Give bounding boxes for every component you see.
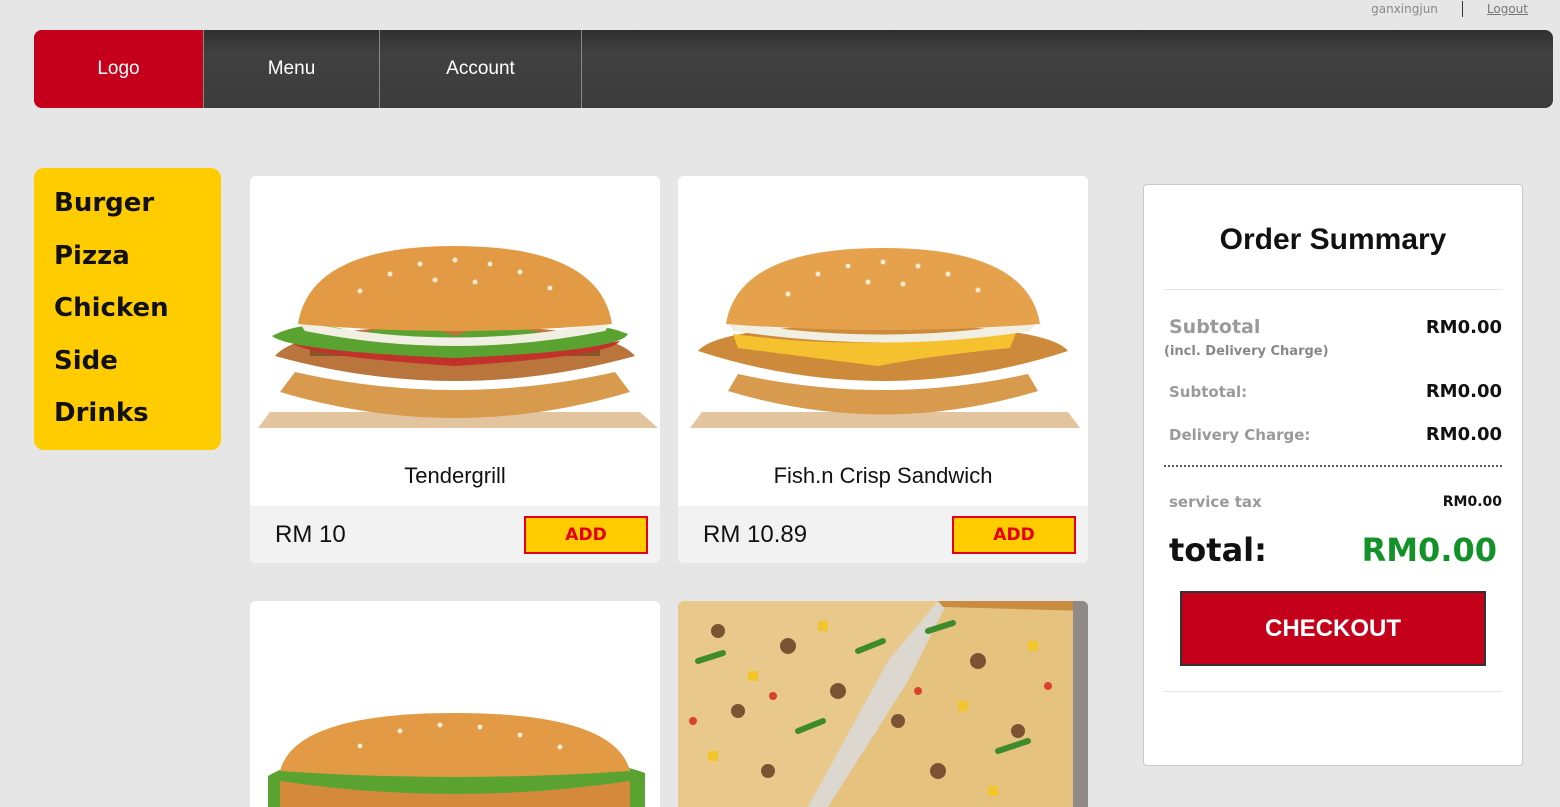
user-bar: ganxingjun Logout [1371,0,1528,18]
order-summary-title: Order Summary [1219,223,1447,256]
category-sidebar: Burger Pizza Chicken Side Drinks [34,168,221,450]
dotted-divider [1164,465,1502,467]
product-name: Tendergrill [404,463,506,488]
product-image-fish-sandwich [678,176,1088,446]
product-card: Tendergrill RM 10 ADD [250,176,660,563]
nav-logo[interactable]: Logo [34,30,204,108]
product-image-pizza [678,601,1088,807]
logout-link[interactable]: Logout [1463,2,1528,16]
product-card [678,601,1088,807]
total-label: total: [1169,531,1267,569]
divider [1164,691,1502,692]
add-to-cart-button[interactable]: ADD [524,515,648,554]
subtotal-note: (incl. Delivery Charge) [1164,344,1329,359]
category-burger[interactable]: Burger [54,184,221,237]
order-summary: Order Summary Subtotal RM0.00 (incl. Del… [1143,184,1523,766]
product-name: Fish.n Crisp Sandwich [773,463,993,488]
tax-value: RM0.00 [1442,494,1502,510]
main-nav: Logo Menu Account [34,30,1553,108]
category-drinks[interactable]: Drinks [54,394,221,447]
nav-menu[interactable]: Menu [204,30,380,108]
product-footer: RM 10 ADD [250,506,660,563]
total-value: RM0.00 [1361,531,1497,569]
category-side[interactable]: Side [54,342,221,395]
tax-label: service tax [1169,493,1262,511]
product-price: RM 10.89 [703,520,808,548]
product-image-burger [250,176,660,446]
delivery-value: RM0.00 [1425,424,1502,445]
product-card: Fish.n Crisp Sandwich RM 10.89 ADD [678,176,1088,563]
product-image-burger [250,601,660,807]
subtotal2-label: Subtotal: [1169,382,1248,401]
subtotal-label: Subtotal [1169,316,1261,338]
product-price: RM 10 [275,520,346,548]
category-chicken[interactable]: Chicken [54,289,221,342]
product-footer: RM 10.89 ADD [678,506,1088,563]
product-card [250,601,660,807]
checkout-button[interactable]: CHECKOUT [1180,591,1486,666]
nav-account[interactable]: Account [380,30,582,108]
delivery-label: Delivery Charge: [1169,425,1311,444]
add-to-cart-button[interactable]: ADD [952,515,1076,554]
username: ganxingjun [1371,1,1463,17]
subtotal-value: RM0.00 [1425,316,1502,338]
category-pizza[interactable]: Pizza [54,237,221,290]
subtotal2-value: RM0.00 [1425,381,1502,402]
